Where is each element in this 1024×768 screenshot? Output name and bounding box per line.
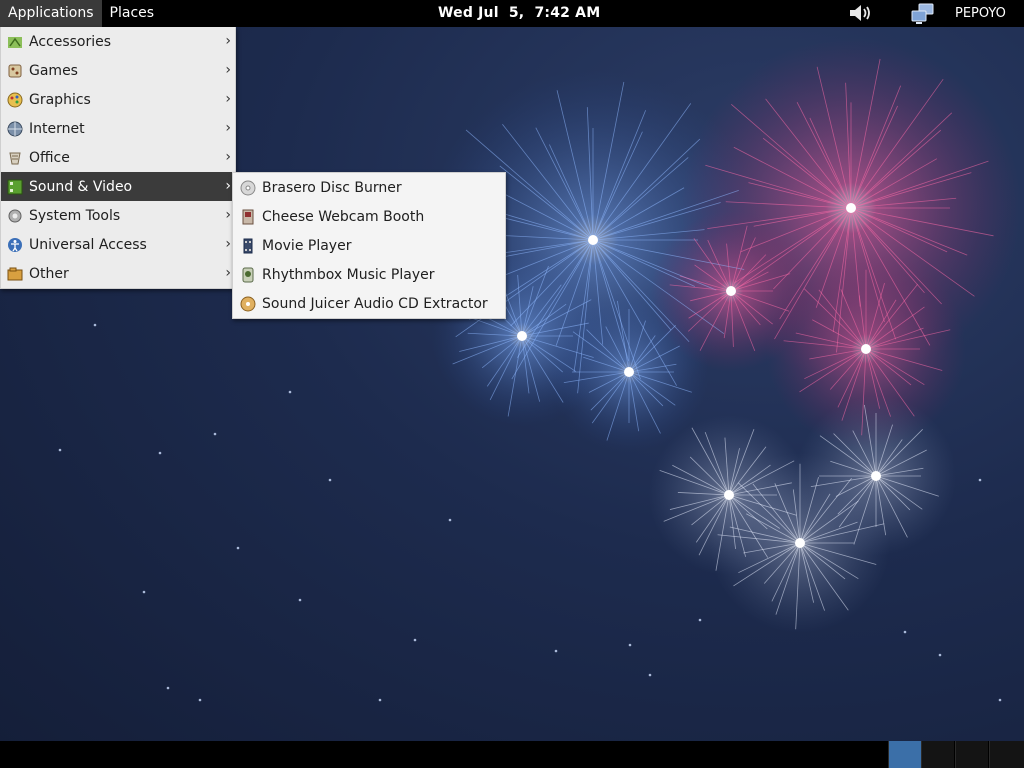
cd-extractor-icon	[240, 296, 256, 312]
workspace-1[interactable]	[888, 741, 921, 768]
top-panel: Applications Places Wed Jul 5, 7:42 AM P…	[0, 0, 1024, 27]
places-menu-button[interactable]: Places	[102, 0, 163, 27]
chevron-right-icon: ›	[225, 178, 231, 194]
graphics-icon	[7, 92, 23, 108]
universal-access-icon	[7, 237, 23, 253]
menu-item-internet[interactable]: Internet ›	[1, 114, 235, 143]
clock[interactable]: Wed Jul 5, 7:42 AM	[438, 0, 600, 27]
menu-item-label: Accessories	[29, 33, 112, 50]
workspace-3[interactable]	[955, 741, 988, 768]
system-tools-icon	[7, 208, 23, 224]
sound-video-submenu: Brasero Disc Burner Cheese Webcam Booth Mo…	[232, 172, 506, 319]
volume-icon[interactable]	[848, 3, 874, 23]
menu-item-label: Office	[29, 149, 70, 166]
office-icon	[7, 150, 23, 166]
menu-item-label: System Tools	[29, 207, 121, 224]
chevron-right-icon: ›	[225, 207, 231, 223]
desktop: Applications Places Wed Jul 5, 7:42 AM P…	[0, 0, 1024, 768]
menu-item-games[interactable]: Games ›	[1, 56, 235, 85]
menu-item-graphics[interactable]: Graphics ›	[1, 85, 235, 114]
sound-video-icon	[7, 179, 23, 195]
submenu-item-label: Rhythmbox Music Player	[262, 266, 435, 283]
disc-icon	[240, 180, 256, 196]
submenu-item-label: Brasero Disc Burner	[262, 179, 402, 196]
menu-item-label: Internet	[29, 120, 85, 137]
menu-item-universal-access[interactable]: Universal Access ›	[1, 230, 235, 259]
submenu-item-cd-extractor[interactable]: Sound Juicer Audio CD Extractor	[233, 289, 505, 318]
accessories-icon	[7, 34, 23, 50]
internet-icon	[7, 121, 23, 137]
submenu-item-music-player[interactable]: Rhythmbox Music Player	[233, 260, 505, 289]
menu-item-label: Sound & Video	[29, 178, 133, 195]
menu-item-system-tools[interactable]: System Tools ›	[1, 201, 235, 230]
games-icon	[7, 63, 23, 79]
film-icon	[240, 238, 256, 254]
menu-item-other[interactable]: Other ›	[1, 259, 235, 288]
applications-menu-button[interactable]: Applications	[0, 0, 102, 27]
menu-item-office[interactable]: Office ›	[1, 143, 235, 172]
applications-menu: Accessories › Games › Graphics › Internet › Offi…	[0, 27, 236, 289]
chevron-right-icon: ›	[225, 120, 231, 136]
chevron-right-icon: ›	[225, 265, 231, 281]
workspace-4[interactable]	[989, 741, 1024, 768]
chevron-right-icon: ›	[225, 236, 231, 252]
submenu-item-label: Cheese Webcam Booth	[262, 208, 425, 225]
webcam-icon	[240, 209, 256, 225]
submenu-item-disc[interactable]: Brasero Disc Burner	[233, 173, 505, 202]
menu-item-sound-video[interactable]: Sound & Video ›	[1, 172, 235, 201]
submenu-item-label: Sound Juicer Audio CD Extractor	[262, 295, 488, 312]
chevron-right-icon: ›	[225, 149, 231, 165]
submenu-item-label: Movie Player	[262, 237, 352, 254]
menu-item-label: Graphics	[29, 91, 91, 108]
menu-item-label: Games	[29, 62, 78, 79]
workspace-2[interactable]	[921, 741, 954, 768]
menu-item-label: Universal Access	[29, 236, 147, 253]
submenu-item-film[interactable]: Movie Player	[233, 231, 505, 260]
music-player-icon	[240, 267, 256, 283]
menu-item-accessories[interactable]: Accessories ›	[1, 27, 235, 56]
other-icon	[7, 266, 23, 282]
bottom-panel	[0, 741, 1024, 768]
menu-item-label: Other	[29, 265, 69, 282]
network-icon[interactable]	[910, 3, 936, 25]
submenu-item-webcam[interactable]: Cheese Webcam Booth	[233, 202, 505, 231]
chevron-right-icon: ›	[225, 33, 231, 49]
chevron-right-icon: ›	[225, 62, 231, 78]
chevron-right-icon: ›	[225, 91, 231, 107]
user-menu[interactable]: PEPOYO	[955, 0, 1006, 27]
